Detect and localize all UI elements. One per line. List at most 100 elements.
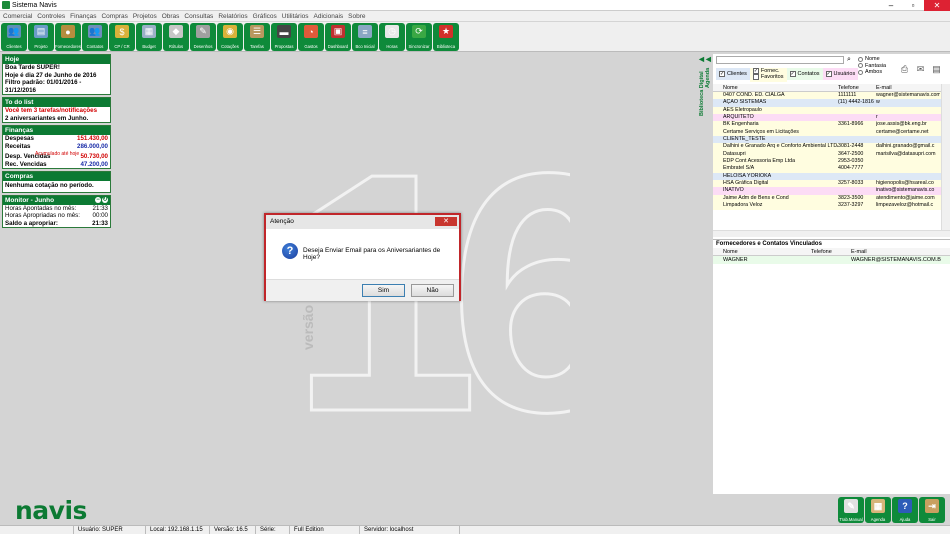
menu-item-gráficos[interactable]: Gráficos <box>253 13 277 20</box>
column-nome[interactable]: Nome <box>713 84 838 91</box>
menu-item-adicionais[interactable]: Adicionais <box>314 13 344 20</box>
table-row[interactable]: EDP Cont Acessoria Emp Ltda 2953-0350 <box>713 158 950 166</box>
tab-agenda[interactable]: Agenda <box>705 68 711 88</box>
table-row[interactable]: 0407 COND. ED. CIALGA 1111111 wagner@siste… <box>713 92 950 100</box>
menu-item-compras[interactable]: Compras <box>101 13 127 20</box>
folder-icon: ▬ <box>277 25 291 38</box>
filter-label: Favoritos <box>760 74 784 80</box>
column-email[interactable]: E-mail <box>876 84 940 91</box>
bottom-button-agenda[interactable]: ▦ Agenda <box>865 497 891 523</box>
watermark-versao: versão <box>300 304 316 350</box>
window-titlebar: Sistema Navis ‒ ▫ ✕ <box>0 0 950 11</box>
table-row[interactable]: BK Engenharia 3361-8966 jose.assis@bk.eng.… <box>713 121 950 129</box>
table-row[interactable]: AÇÃO SISTEMAS (11) 4442-1816 w <box>713 99 950 107</box>
pen-icon: ✎ <box>844 499 858 513</box>
export-icon[interactable]: ▤ <box>930 64 943 75</box>
toolbar-button-biblioteca[interactable]: ★ Biblioteca <box>433 23 459 51</box>
monitor-row: Saldo a apropriar: 21:33 <box>3 220 110 228</box>
fornecedores-row[interactable]: WAGNER WAGNER@SISTEMANAVIS.COM.B <box>713 256 950 264</box>
table-row[interactable]: Limpadora Veloz 3237-3297 limpezaveloz@hot… <box>713 202 950 210</box>
toolbar-button-cota-es[interactable]: ◉ Cotações <box>217 23 243 51</box>
table-row[interactable]: HSA Gráfica Digital 3257-8033 higienopolis… <box>713 180 950 188</box>
toolbar-button-dashboard[interactable]: ▣ Dashboard <box>325 23 351 51</box>
fin-row-despesas[interactable]: Despesas 151.430,00 <box>3 135 110 143</box>
collapse-icon[interactable]: − <box>95 196 101 203</box>
bottom-button-trab-manual[interactable]: ✎ Trab.Manual <box>838 497 864 523</box>
filter-clientes[interactable]: ✓ Clientes <box>716 68 750 80</box>
toolbar-button-contatos[interactable]: 👥 Contatos <box>82 23 108 51</box>
dialog-close-icon[interactable]: ✕ <box>435 217 457 226</box>
column-email[interactable]: E-mail <box>851 248 941 255</box>
menu-item-utilitários[interactable]: Utilitários <box>282 13 309 20</box>
fin-row-rec-vencidas[interactable]: Rec. Vencidas 47.200,00 <box>3 161 110 169</box>
table-header: Nome Telefone E-mail <box>713 84 950 92</box>
table-row[interactable]: Datasupri 3647-2500 marisilva@datasupri.co… <box>713 150 950 159</box>
table-row[interactable]: INATIVO inativo@sistemanavis.co <box>713 187 950 195</box>
cell-tel <box>838 129 876 136</box>
toolbar-button-fornecedores[interactable]: ● Fornecedores <box>55 23 81 51</box>
todo-tasks-link[interactable]: Você tem 3 tarefas/notificações <box>3 107 110 115</box>
filter-contatos[interactable]: ✓ Contatos <box>786 68 823 80</box>
monitor-header: Monitor - Junho − ↻ <box>3 195 110 205</box>
greeting-text: Boa Tarde SUPER! <box>5 64 60 71</box>
filter-favoritos[interactable]: Favoritos <box>752 74 784 80</box>
table-row[interactable]: HELOISA YORIOKA <box>713 172 950 181</box>
menu-item-controles[interactable]: Controles <box>37 13 65 20</box>
table-row[interactable]: CLIENTE_TESTE <box>713 136 950 144</box>
fin-row-receitas[interactable]: Receitas 286.000,00 <box>3 143 110 151</box>
cell-tel: 3081-2448 <box>838 143 864 150</box>
toolbar-button-bco-inicial[interactable]: ≡ Bco Inicial <box>352 23 378 51</box>
toolbar-button-propostas[interactable]: ▬ Propostas <box>271 23 297 51</box>
toolbar-button-sincronizar[interactable]: ⟳ Sincronizar <box>406 23 432 51</box>
column-telefone[interactable]: Telefone <box>838 84 876 91</box>
collapse-arrows-icon[interactable]: ◄◄ <box>697 54 713 64</box>
contacts-search-input[interactable] <box>716 56 844 64</box>
table-row[interactable]: Dalhini e Granado Arq e Conforto Ambient… <box>713 143 950 151</box>
radio-nome[interactable]: Nome <box>858 56 886 63</box>
close-icon[interactable]: ✕ <box>924 0 950 11</box>
toolbar-button-cp-cr[interactable]: $ CP / CR <box>109 23 135 51</box>
toolbar-button-gastos[interactable]: ◔ Gastos <box>298 23 324 51</box>
bottom-button-sair[interactable]: ⇥ Sair <box>919 497 945 523</box>
table-row[interactable]: ARQUITETO r <box>713 114 950 122</box>
refresh-icon[interactable]: ↻ <box>102 196 108 203</box>
todo-birthdays-link[interactable]: 2 aniversariantes em Junho. <box>3 115 110 123</box>
bottom-button-ajuda[interactable]: ? Ajuda <box>892 497 918 523</box>
menu-item-consultas[interactable]: Consultas <box>184 13 213 20</box>
toolbar-button-tarefas[interactable]: ☰ Tarefas <box>244 23 270 51</box>
search-icon[interactable]: ⌕ <box>847 56 851 64</box>
yes-button[interactable]: Sim <box>362 284 405 297</box>
maximize-icon[interactable]: ▫ <box>902 0 924 11</box>
menu-item-obras[interactable]: Obras <box>162 13 180 20</box>
toolbar-button-clientes[interactable]: 👥 Clientes <box>1 23 27 51</box>
toolbar-button-projeto[interactable]: ▤ Projeto <box>28 23 54 51</box>
bottom-actions: ✎ Trab.Manual ▦ Agenda? Ajuda ⇥ Sair <box>838 497 946 523</box>
toolbar-button-desenhos[interactable]: ✎ Desenhos <box>190 23 216 51</box>
toolbar-label: Sincronizar <box>408 44 430 49</box>
bottom-button-label: Trab.Manual <box>839 517 863 522</box>
menu-item-finanças[interactable]: Finanças <box>70 13 96 20</box>
toolbar-button-horas[interactable]: ◷ Horas <box>379 23 405 51</box>
table-row[interactable]: Embratel S/A 4004-7777 <box>713 165 950 173</box>
fin-label: Receitas <box>5 142 31 150</box>
monitor-value: 21:33 <box>92 219 108 227</box>
column-nome[interactable]: Nome <box>713 248 811 255</box>
vertical-scrollbar[interactable] <box>941 84 950 230</box>
table-row[interactable]: Jaime Adm de Bens e Cond 3823-3500 atendim… <box>713 194 950 203</box>
no-button[interactable]: Não <box>411 284 454 297</box>
filter-usuarios[interactable]: ✓ Usuários <box>822 68 859 80</box>
toolbar-button-r-tulos[interactable]: ◆ Rótulos <box>163 23 189 51</box>
cell-nome: Jaime Adm de Bens e Cond <box>723 194 789 201</box>
table-row[interactable]: Certame Serviços em Licitações certame@ce… <box>713 128 950 137</box>
menu-item-sobre[interactable]: Sobre <box>348 13 365 20</box>
column-telefone[interactable]: Telefone <box>811 248 851 255</box>
menu-item-comercial[interactable]: Comercial <box>3 13 32 20</box>
minimize-icon[interactable]: ‒ <box>880 0 902 11</box>
menu-item-relatórios[interactable]: Relatórios <box>218 13 247 20</box>
toolbar-button-budget[interactable]: ▦ Budget <box>136 23 162 51</box>
horizontal-scrollbar[interactable] <box>713 230 950 237</box>
table-row[interactable]: AES Eletropaulo <box>713 106 950 115</box>
menu-item-projetos[interactable]: Projetos <box>133 13 157 20</box>
cell-tel <box>838 187 876 194</box>
cell-nome: CLIENTE_TESTE <box>723 136 766 143</box>
